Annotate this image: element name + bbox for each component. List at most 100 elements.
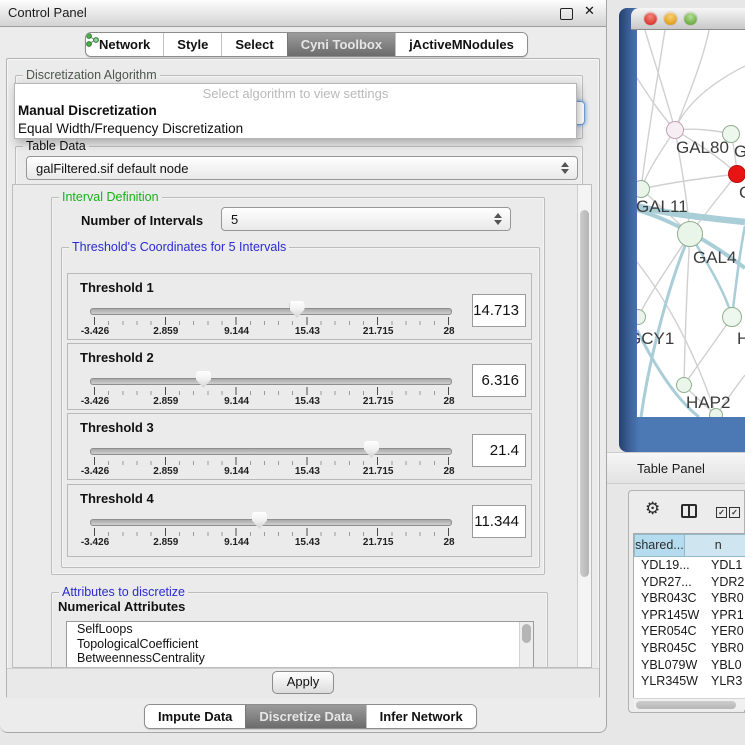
tick-label: 15.43 — [295, 396, 320, 407]
slider-tick-labels: -3.4262.8599.14415.4321.71528 — [95, 466, 449, 477]
threshold-slider-track[interactable] — [90, 378, 452, 385]
scrollbar-thumb[interactable] — [580, 210, 589, 577]
node-table: shared... n YDL19...YDL1YDR27...YDR2YBR0… — [633, 533, 745, 698]
tick-label: 9.144 — [224, 537, 249, 548]
cell-name[interactable]: YLR3 — [707, 674, 742, 686]
zoom-traffic-light-icon[interactable] — [684, 12, 697, 25]
cell-shared-name[interactable]: YBL079W — [634, 658, 707, 675]
apply-button[interactable]: Apply — [272, 671, 334, 694]
threshold-slider-thumb[interactable] — [196, 371, 211, 388]
cell-shared-name[interactable]: YBR043C — [634, 591, 707, 608]
threshold-slider-track[interactable] — [90, 308, 452, 315]
tick-label: 9.144 — [224, 326, 249, 337]
threshold-label: Threshold 1 — [80, 280, 154, 295]
tick-label: -3.426 — [81, 326, 109, 337]
slider-ticks — [94, 387, 450, 395]
tab-cyni-toolbox[interactable]: Cyni Toolbox — [287, 33, 395, 56]
tab-style[interactable]: Style — [163, 33, 221, 56]
threshold-value-field[interactable]: 6.316 — [472, 364, 526, 397]
table-row[interactable]: YBL079WYBL0 — [634, 658, 745, 675]
close-icon[interactable]: ✕ — [584, 4, 595, 19]
table-row[interactable]: YDR27...YDR2 — [634, 575, 745, 592]
table-data-combobox[interactable]: galFiltered.sif default node — [26, 156, 578, 180]
cell-name[interactable]: YBR0 — [707, 641, 744, 658]
network-node-ga[interactable] — [722, 125, 740, 143]
control-panel-tabs: Network Style Select Cyni Toolbox jActiv… — [85, 32, 528, 57]
network-node-gal4[interactable] — [677, 221, 703, 247]
network-node-c[interactable] — [728, 165, 745, 183]
threshold-panel: Threshold 4-3.4262.8599.14415.4321.71528… — [67, 484, 532, 557]
column-header-name[interactable]: n — [685, 534, 745, 557]
dropdown-prompt: Select algorithm to view settings — [15, 84, 576, 103]
threshold-slider-track[interactable] — [90, 448, 452, 455]
table-row[interactable]: YDL19...YDL1 — [634, 558, 745, 575]
cell-shared-name[interactable]: YPR145W — [634, 608, 707, 625]
cell-shared-name[interactable]: YBR045C — [634, 641, 707, 658]
tab-discretize-data[interactable]: Discretize Data — [245, 705, 365, 728]
cell-shared-name[interactable]: YER054C — [634, 624, 707, 641]
numerical-attributes-list[interactable]: SelfLoopsTopologicalCoefficientBetweenne… — [66, 621, 534, 668]
gear-icon[interactable]: ⚙ — [645, 501, 660, 518]
tab-infer-network[interactable]: Infer Network — [366, 705, 476, 728]
network-node-hap2[interactable] — [676, 377, 692, 393]
tab-discretize-data-label: Discretize Data — [259, 709, 352, 724]
cell-shared-name[interactable]: YDL19... — [634, 558, 707, 575]
network-canvas[interactable]: GAL80GACGAL11GAL4GCY1HHAP2 — [637, 30, 745, 417]
tab-impute-data[interactable]: Impute Data — [145, 705, 245, 728]
control-panel-title: Control Panel — [8, 5, 87, 20]
checkbox-icon[interactable]: ✓ — [716, 507, 727, 518]
tab-jactivemnodules[interactable]: jActiveMNodules — [395, 33, 527, 56]
minimize-traffic-light-icon[interactable] — [664, 12, 677, 25]
tab-select[interactable]: Select — [221, 33, 286, 56]
dropdown-option-equal-width-frequency[interactable]: Equal Width/Frequency Discretization — [15, 121, 576, 139]
table-header-row: shared... n — [634, 534, 745, 557]
table-horizontal-scrollbar[interactable] — [634, 698, 745, 710]
attribute-list-item[interactable]: BetweennessCentrality — [67, 651, 533, 666]
columns-icon[interactable] — [681, 504, 697, 518]
threshold-slider-thumb[interactable] — [290, 301, 305, 318]
dropdown-option-manual-discretization[interactable]: Manual Discretization — [15, 103, 576, 121]
table-row[interactable]: YER054CYER0 — [634, 624, 745, 641]
table-row[interactable]: YPR145WYPR1 — [634, 608, 745, 625]
table-row[interactable]: YBR045CYBR0 — [634, 641, 745, 658]
combo-arrows-icon — [494, 213, 502, 225]
threshold-slider-track[interactable] — [90, 519, 452, 526]
tab-network[interactable]: Network — [86, 33, 163, 56]
threshold-slider-thumb[interactable] — [364, 441, 379, 458]
threshold-value-field[interactable]: 21.4 — [472, 434, 526, 467]
network-node[interactable] — [709, 408, 723, 417]
close-traffic-light-icon[interactable] — [644, 12, 657, 25]
threshold-slider-thumb[interactable] — [252, 512, 267, 529]
cell-name[interactable]: YDL1 — [707, 558, 742, 575]
number-of-intervals-combobox[interactable]: 5 — [221, 207, 511, 231]
tick-label: 28 — [443, 537, 454, 548]
main-vertical-scrollbar[interactable] — [577, 185, 591, 667]
attribute-list-item[interactable]: SelfLoops — [67, 622, 533, 637]
table-data-group: Table Data galFiltered.sif default node — [15, 146, 583, 186]
cell-shared-name[interactable]: YDR27... — [634, 575, 707, 592]
cell-name[interactable]: YER0 — [707, 624, 744, 641]
table-row[interactable]: YBR043CYBR0 — [634, 591, 745, 608]
threshold-value-field[interactable]: 11.344 — [472, 505, 526, 538]
tick-label: 21.715 — [363, 537, 394, 548]
threshold-value-field[interactable]: 14.713 — [472, 294, 526, 327]
cell-shared-name[interactable]: YLR345W — [634, 674, 707, 686]
table-row[interactable]: YLR345WYLR3 — [634, 674, 745, 686]
cell-name[interactable]: YDR2 — [707, 575, 744, 592]
cell-name[interactable]: YBL0 — [707, 658, 742, 675]
checkbox-icon[interactable]: ✓ — [729, 507, 740, 518]
algorithm-dropdown-popup: Select algorithm to view settings Manual… — [14, 83, 577, 139]
screenshot-root: Control Panel ✕ Network Style Select Cyn… — [0, 0, 745, 745]
slider-ticks — [94, 317, 450, 325]
column-header-shared-name[interactable]: shared... — [634, 534, 685, 557]
float-window-icon[interactable] — [560, 8, 573, 20]
network-icon — [86, 33, 99, 47]
cell-name[interactable]: YPR1 — [707, 608, 744, 625]
network-node-gal80[interactable] — [666, 121, 684, 139]
attributes-list-scrollbar[interactable] — [519, 622, 533, 668]
attribute-list-item[interactable]: TopologicalCoefficient — [67, 637, 533, 652]
number-of-intervals-label: Number of Intervals — [81, 213, 203, 228]
scrollbar-thumb[interactable] — [636, 701, 736, 709]
cell-name[interactable]: YBR0 — [707, 591, 744, 608]
network-node-h[interactable] — [722, 307, 742, 327]
